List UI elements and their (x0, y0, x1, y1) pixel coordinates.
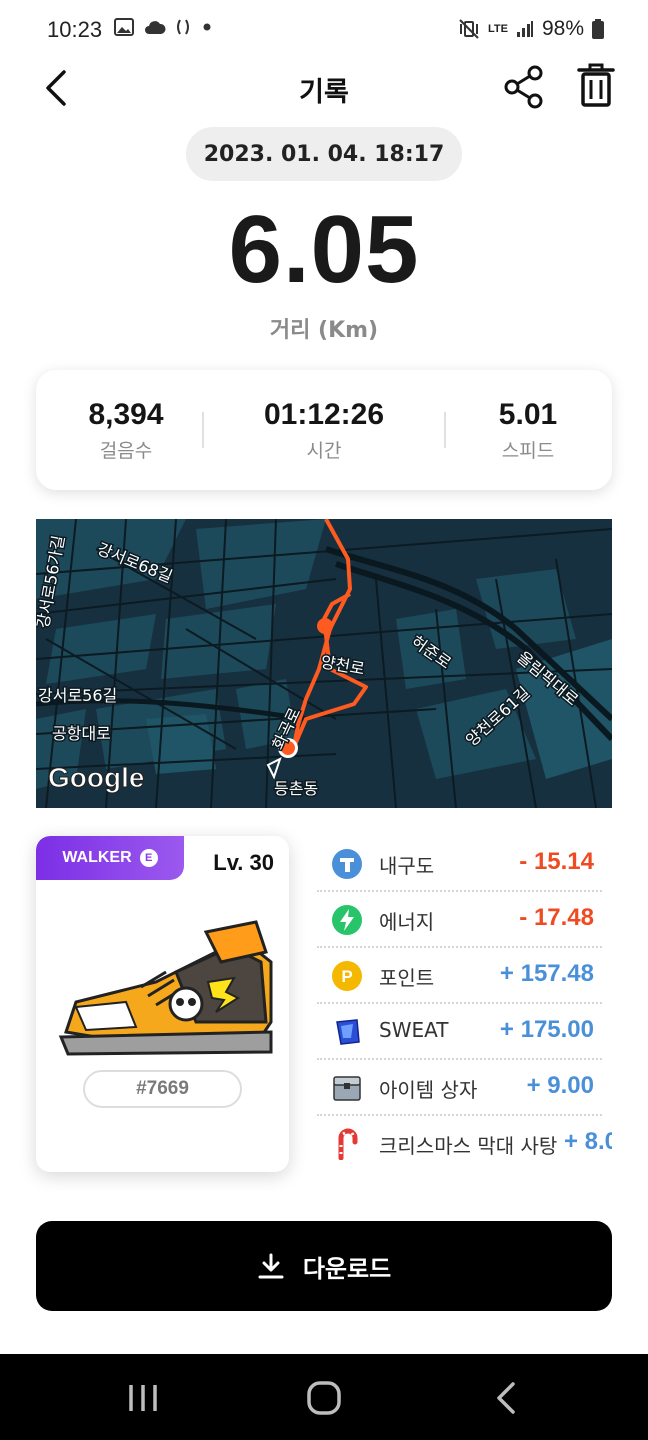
route-map[interactable]: 강서로56가길 강서로68길 강서로56길 공항대로 양천로 허준로 올림픽대로… (36, 519, 612, 808)
delete-button[interactable] (575, 62, 617, 110)
sneaker-class-label: WALKER (62, 849, 132, 866)
stat-steps: 8,394 걸음수 (36, 398, 216, 463)
home-button[interactable] (294, 1376, 354, 1420)
candy-cane-icon (338, 1128, 358, 1160)
network-type: LTE (488, 23, 508, 35)
back-nav-icon (497, 1382, 515, 1414)
reward-value: + 157.48 (499, 960, 594, 987)
download-button[interactable]: 다운로드 (36, 1221, 612, 1311)
reward-row-point: P 포인트 + 157.48 (305, 948, 612, 1004)
reward-row-candy-cane: 크리스마스 막대 사탕 + 8.0 (305, 1116, 612, 1172)
distance-label: 거리 (Km) (269, 318, 379, 343)
time-label: 시간 (306, 440, 342, 462)
signal-icon (516, 21, 533, 37)
sweat-crystal-icon (336, 1019, 360, 1045)
rewards-list: 내구도 - 15.14 에너지 - 17.48 P 포인트 + 157.48 S… (305, 836, 612, 1172)
reward-value: + 9.00 (526, 1072, 594, 1099)
point-icon: P (332, 961, 362, 991)
back-nav-button[interactable] (476, 1376, 536, 1420)
system-nav-bar (0, 1354, 648, 1440)
reward-value: - 17.48 (519, 904, 594, 931)
notification-icons (114, 18, 212, 36)
recents-button[interactable] (113, 1376, 173, 1420)
battery-percent: 98% (541, 17, 584, 40)
reward-label: 포인트 (379, 966, 435, 990)
record-datetime: 2023. 01. 04. 18:17 (186, 127, 462, 181)
speed-value: 5.01 (498, 398, 558, 431)
cloud-icon (145, 21, 166, 34)
reward-label: SWEAT (379, 1018, 449, 1042)
map-label: 공항대로 (52, 724, 111, 743)
reward-value: + 8.0 (563, 1128, 612, 1155)
status-time: 10:23 (47, 17, 103, 42)
route-start-marker (317, 618, 333, 634)
reward-row-item-box: 아이템 상자 + 9.00 (305, 1060, 612, 1116)
reward-value: + 175.00 (499, 1016, 594, 1043)
battery-icon (592, 19, 604, 39)
sneaker-level: Lv. 30 (213, 850, 274, 875)
download-icon (258, 1253, 284, 1279)
steps-label: 걸음수 (99, 440, 153, 462)
speed-label: 스피드 (501, 440, 555, 462)
stat-speed: 5.01 스피드 (438, 398, 618, 463)
trash-icon (577, 63, 615, 107)
reward-row-durability: 내구도 - 15.14 (305, 836, 612, 892)
reward-label: 아이템 상자 (379, 1078, 478, 1102)
stats-card: 8,394 걸음수 01:12:26 시간 5.01 스피드 (36, 370, 612, 490)
vibrate-mute-icon (459, 19, 479, 39)
page-title: 기록 (299, 77, 349, 108)
recents-icon (129, 1385, 157, 1411)
time-value: 01:12:26 (263, 398, 385, 431)
stat-divider (202, 412, 204, 448)
map-label: 등촌동 (274, 779, 318, 798)
sneaker-card[interactable]: WALKER E Lv. 30 #7669 (36, 836, 289, 1172)
status-right: LTE 98% (458, 17, 604, 41)
durability-icon (332, 849, 362, 879)
reward-label: 내구도 (379, 854, 435, 878)
energy-icon (332, 905, 362, 935)
reward-row-sweat: SWEAT + 175.00 (305, 1004, 612, 1060)
signal-wave-icon (177, 19, 189, 35)
sneaker-token-id: #7669 (83, 1070, 242, 1108)
home-icon (307, 1381, 341, 1415)
reward-value: - 15.14 (519, 848, 594, 875)
dot-icon (203, 23, 211, 31)
download-label: 다운로드 (302, 1254, 392, 1283)
map-label: 강서로56길 (38, 686, 117, 705)
item-box-icon (333, 1076, 361, 1101)
reward-label: 크리스마스 막대 사탕 (379, 1134, 558, 1158)
reward-row-energy: 에너지 - 17.48 (305, 892, 612, 948)
distance-value: 6.05 (228, 196, 420, 303)
stat-time: 01:12:26 시간 (234, 398, 414, 463)
grade-badge: E (139, 849, 158, 867)
status-bar: 10:23 LTE 98% (0, 0, 648, 60)
gallery-icon (114, 18, 134, 36)
sneaker-image (58, 920, 273, 1056)
reward-label: 에너지 (379, 910, 435, 934)
steps-value: 8,394 (88, 398, 164, 431)
svg-text:P: P (341, 967, 352, 986)
share-button[interactable] (502, 64, 546, 110)
map-attribution: Google (48, 762, 144, 793)
sneaker-class-tag: WALKER E (36, 836, 184, 880)
share-icon (504, 65, 543, 109)
